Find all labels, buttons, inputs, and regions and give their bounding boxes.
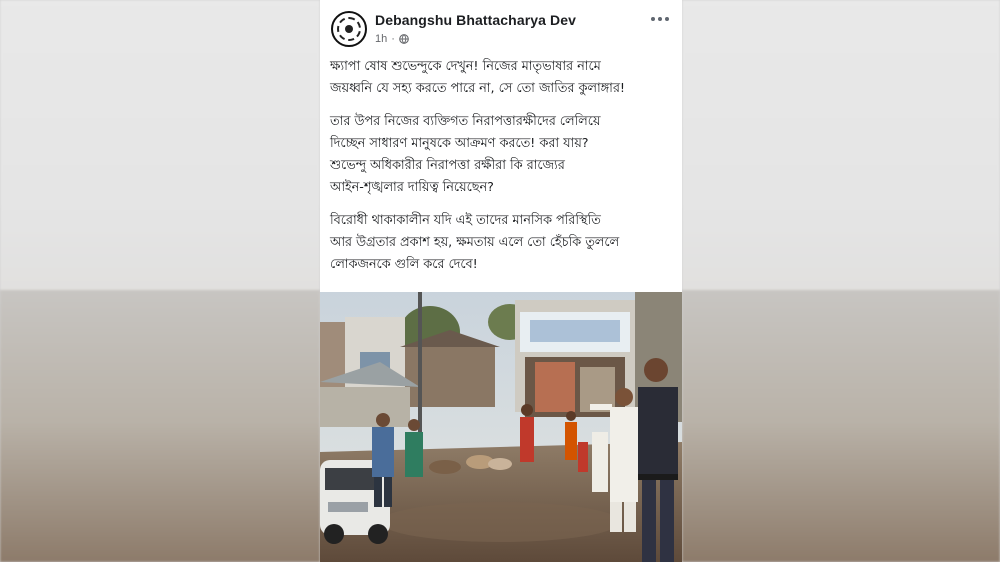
facebook-post-card: Debangshu Bhattacharya Dev 1h · ক্ষ্যাপা…	[320, 0, 682, 562]
blurred-background-left	[0, 0, 320, 562]
post-paragraph-3: বিরোধী থাকাকালীন যদি এই তাদের মানসিক পরি…	[330, 213, 620, 272]
more-options-icon[interactable]	[646, 10, 674, 28]
blurred-background-right	[682, 0, 1000, 562]
globe-icon	[399, 34, 409, 44]
post-text: ক্ষ্যাপা ষোষ শুভেন্দুকে দেখুন! নিজের মাত…	[330, 56, 678, 287]
street-scene-image	[320, 292, 682, 562]
post-timestamp[interactable]: 1h	[375, 33, 387, 45]
post-author-name[interactable]: Debangshu Bhattacharya Dev	[375, 12, 576, 28]
post-photo[interactable]	[320, 292, 682, 562]
avatar-logo-icon	[337, 17, 361, 41]
post-header: Debangshu Bhattacharya Dev 1h ·	[320, 0, 682, 58]
post-paragraph-1: ক্ষ্যাপা ষোষ শুভেন্দুকে দেখুন! নিজের মাত…	[330, 59, 626, 96]
post-meta: 1h ·	[375, 33, 409, 45]
avatar[interactable]	[331, 11, 367, 47]
post-paragraph-2: তার উপর নিজের ব্যক্তিগত নিরাপত্তারক্ষীদে…	[330, 114, 601, 195]
